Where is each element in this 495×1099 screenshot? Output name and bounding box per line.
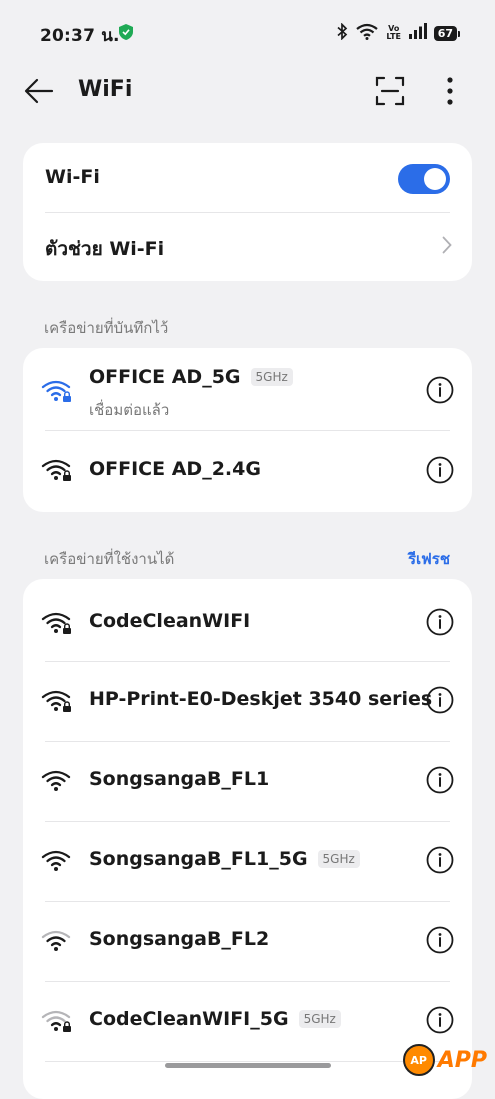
network-row[interactable]: SongsangaB_FL2 bbox=[23, 902, 472, 981]
info-icon[interactable] bbox=[426, 376, 454, 408]
wifi-assistant-row[interactable]: ตัวช่วย Wi-Fi bbox=[23, 213, 472, 281]
info-icon[interactable] bbox=[426, 456, 454, 488]
wifi-settings-card: Wi-Fi ตัวช่วย Wi-Fi bbox=[23, 143, 472, 281]
info-icon[interactable] bbox=[426, 846, 454, 878]
band-badge: 5GHz bbox=[298, 1010, 341, 1028]
bluetooth-icon bbox=[336, 21, 348, 44]
network-name-text: OFFICE AD_2.4G bbox=[89, 458, 261, 480]
page-title: WiFi bbox=[78, 77, 133, 102]
app-bar: WiFi bbox=[0, 64, 495, 120]
network-name-text: SongsangaB_FL1 bbox=[89, 768, 270, 790]
network-name-text: CodeCleanWIFI bbox=[89, 610, 251, 632]
info-icon[interactable] bbox=[426, 686, 454, 718]
home-gesture-bar[interactable] bbox=[165, 1063, 331, 1068]
status-time: 20:37 น. bbox=[40, 26, 120, 46]
wifi-locked-icon bbox=[41, 688, 73, 718]
network-row[interactable]: SongsangaB_FL1 bbox=[23, 742, 472, 821]
network-name: SongsangaB_FL1 bbox=[89, 768, 269, 790]
network-row[interactable]: CodeCleanWIFI bbox=[23, 579, 472, 661]
saved-networks-heading: เครือข่ายที่บันทึกไว้ bbox=[44, 319, 169, 337]
available-networks-card: CodeCleanWIFI HP-Print-E0-Deskjet 3540 s… bbox=[23, 579, 472, 1099]
network-name-text: SongsangaB_FL1_5G bbox=[89, 848, 308, 870]
wifi-label: Wi-Fi bbox=[45, 166, 100, 188]
volte-indicator: Vo LTE bbox=[386, 24, 402, 41]
network-name-text: SongsangaB_FL2 bbox=[89, 928, 270, 950]
battery-level: 67 bbox=[433, 25, 461, 41]
wifi-icon bbox=[41, 848, 73, 878]
network-name: OFFICE AD_2.4G bbox=[89, 458, 261, 480]
wifi-locked-icon bbox=[41, 457, 73, 487]
wifi-weak-locked-icon bbox=[41, 1008, 73, 1038]
info-icon[interactable] bbox=[426, 1006, 454, 1038]
refresh-button[interactable]: รีเฟรช bbox=[408, 547, 450, 571]
watermark-text: APP bbox=[437, 1047, 487, 1073]
signal-icon bbox=[408, 23, 427, 43]
connection-status: เชื่อมต่อแล้ว bbox=[89, 401, 170, 419]
toggle-knob bbox=[424, 168, 446, 190]
back-arrow-icon[interactable] bbox=[24, 78, 54, 108]
wifi-locked-icon bbox=[41, 610, 73, 640]
network-name: CodeCleanWIFI bbox=[89, 610, 250, 632]
band-badge: 5GHz bbox=[250, 368, 293, 386]
divider bbox=[45, 1061, 450, 1062]
info-icon[interactable] bbox=[426, 766, 454, 798]
network-name: SongsangaB_FL2 bbox=[89, 928, 269, 950]
network-name: SongsangaB_FL1_5G 5GHz bbox=[89, 848, 360, 870]
network-row[interactable]: SongsangaB_FL1_5G 5GHz bbox=[23, 822, 472, 901]
wifi-toggle[interactable] bbox=[398, 164, 450, 194]
network-name-text: CodeCleanWIFI_5G bbox=[89, 1008, 289, 1030]
network-row[interactable]: OFFICE AD_2.4G bbox=[23, 431, 472, 512]
network-name-text: HP-Print-E0-Deskjet 3540 series bbox=[89, 688, 433, 710]
wifi-assistant-label: ตัวช่วย Wi-Fi bbox=[45, 238, 165, 260]
network-name: CodeCleanWIFI_5G 5GHz bbox=[89, 1008, 341, 1030]
chevron-right-icon bbox=[442, 236, 452, 258]
watermark: AP APP bbox=[402, 1044, 487, 1076]
qr-scan-icon[interactable] bbox=[375, 76, 405, 110]
network-name: HP-Print-E0-Deskjet 3540 series bbox=[89, 688, 432, 710]
more-options-icon[interactable] bbox=[446, 76, 454, 110]
wifi-connected-locked-icon bbox=[41, 378, 73, 408]
wifi-toggle-row[interactable]: Wi-Fi bbox=[23, 143, 472, 213]
network-row[interactable]: HP-Print-E0-Deskjet 3540 series bbox=[23, 662, 472, 741]
available-networks-heading: เครือข่ายที่ใช้งานได้ bbox=[44, 550, 175, 568]
shield-icon bbox=[119, 24, 133, 44]
band-badge: 5GHz bbox=[317, 850, 360, 868]
network-name-text: OFFICE AD_5G bbox=[89, 366, 241, 388]
wifi-icon bbox=[41, 768, 73, 798]
watermark-logo: AP bbox=[402, 1044, 435, 1076]
wifi-weak-icon bbox=[41, 928, 73, 958]
network-name: OFFICE AD_5G 5GHz bbox=[89, 366, 293, 388]
status-bar: 20:37 น. Vo LTE 67 bbox=[0, 0, 495, 64]
info-icon[interactable] bbox=[426, 608, 454, 640]
wifi-status-icon bbox=[355, 22, 379, 44]
info-icon[interactable] bbox=[426, 926, 454, 958]
network-row[interactable]: OFFICE AD_5G 5GHz เชื่อมต่อแล้ว bbox=[23, 348, 472, 431]
saved-networks-card: OFFICE AD_5G 5GHz เชื่อมต่อแล้ว OFFICE A… bbox=[23, 348, 472, 512]
